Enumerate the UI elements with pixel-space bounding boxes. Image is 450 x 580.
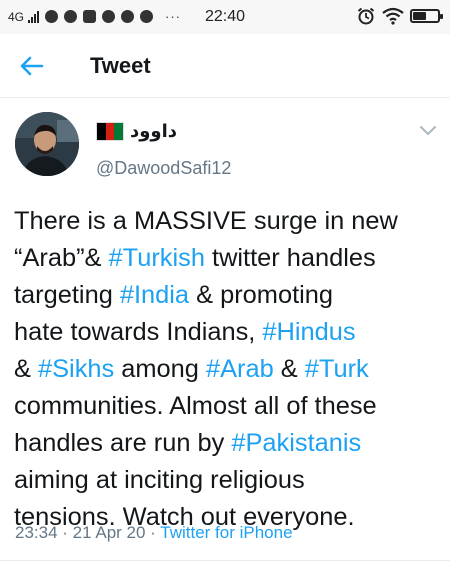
tweet-text-segment: & (14, 355, 38, 383)
tweet-text-segment: twitter handles (204, 244, 376, 272)
hashtag-link[interactable]: #Turk (305, 355, 369, 383)
status-right (356, 6, 443, 26)
flag-stripe (114, 123, 124, 140)
chevron-down-icon[interactable] (418, 124, 438, 138)
tweet-text-segment: There is a MASSIVE surge in new (14, 207, 398, 235)
battery-icon (410, 9, 443, 23)
hashtag-link[interactable]: #Pakistanis (231, 429, 361, 457)
status-bar: 4G ··· 22:40 (0, 0, 450, 34)
display-name[interactable]: داوود (96, 121, 177, 142)
tweet-text-line: communities. Almost all of these (14, 388, 444, 425)
flag-stripe (97, 123, 106, 140)
tweet-text-line: There is a MASSIVE surge in new (14, 203, 444, 240)
tweet-text: There is a MASSIVE surge in new “Arab”& #… (14, 203, 444, 536)
tweet-text-segment: handles are run by (14, 429, 232, 457)
tweet-text-segment: communities. Almost all of these (14, 392, 377, 420)
tweet-text-segment: “Arab”& (14, 244, 109, 272)
meta-separator: · (57, 523, 73, 542)
flag-stripe (105, 123, 115, 140)
page-title: Tweet (90, 53, 151, 78)
app-header: Tweet (0, 34, 450, 98)
tweet-text-line: & #Sikhs among #Arab & #Turk (14, 351, 444, 388)
tweet-text-segment: targeting (14, 281, 120, 309)
afghanistan-flag-icon (96, 122, 124, 141)
hashtag-link[interactable]: #India (120, 281, 189, 309)
hashtag-link[interactable]: #Arab (206, 355, 274, 383)
tweet-time: 23:34 (15, 523, 58, 542)
tweet-text-line: hate towards Indians, #Hindus (14, 314, 444, 351)
tweet-meta: 23:34 · 21 Apr 20 · Twitter for iPhone (15, 523, 293, 543)
tweet-text-segment: aiming at inciting religious (14, 466, 305, 494)
user-handle[interactable]: @DawoodSafi12 (96, 158, 231, 179)
tweet-text-segment: hate towards Indians, (14, 318, 263, 346)
battery-level (413, 12, 427, 20)
tweet-date: 21 Apr 20 (72, 523, 146, 542)
meta-separator: · (145, 523, 161, 542)
hashtag-link[interactable]: #Turkish (109, 244, 205, 272)
avatar[interactable] (15, 112, 79, 176)
tweet-text-segment: & (273, 355, 305, 383)
tweet-text-line: “Arab”& #Turkish twitter handles (14, 240, 444, 277)
hashtag-link[interactable]: #Hindus (262, 318, 355, 346)
tweet-source-link[interactable]: Twitter for iPhone (160, 523, 292, 542)
divider (0, 560, 450, 561)
tweet-text-line: handles are run by #Pakistanis (14, 425, 444, 462)
arrow-left-icon[interactable] (14, 48, 50, 84)
alarm-icon (357, 7, 375, 25)
tweet-text-line: targeting #India & promoting (14, 277, 444, 314)
hashtag-link[interactable]: #Sikhs (38, 355, 114, 383)
wifi-icon (382, 7, 404, 25)
tweet-text-line: aiming at inciting religious (14, 462, 444, 499)
display-name-text: داوود (130, 121, 178, 141)
tweet-text-segment: & promoting (189, 281, 334, 309)
tweet-text-segment: among (114, 355, 206, 383)
